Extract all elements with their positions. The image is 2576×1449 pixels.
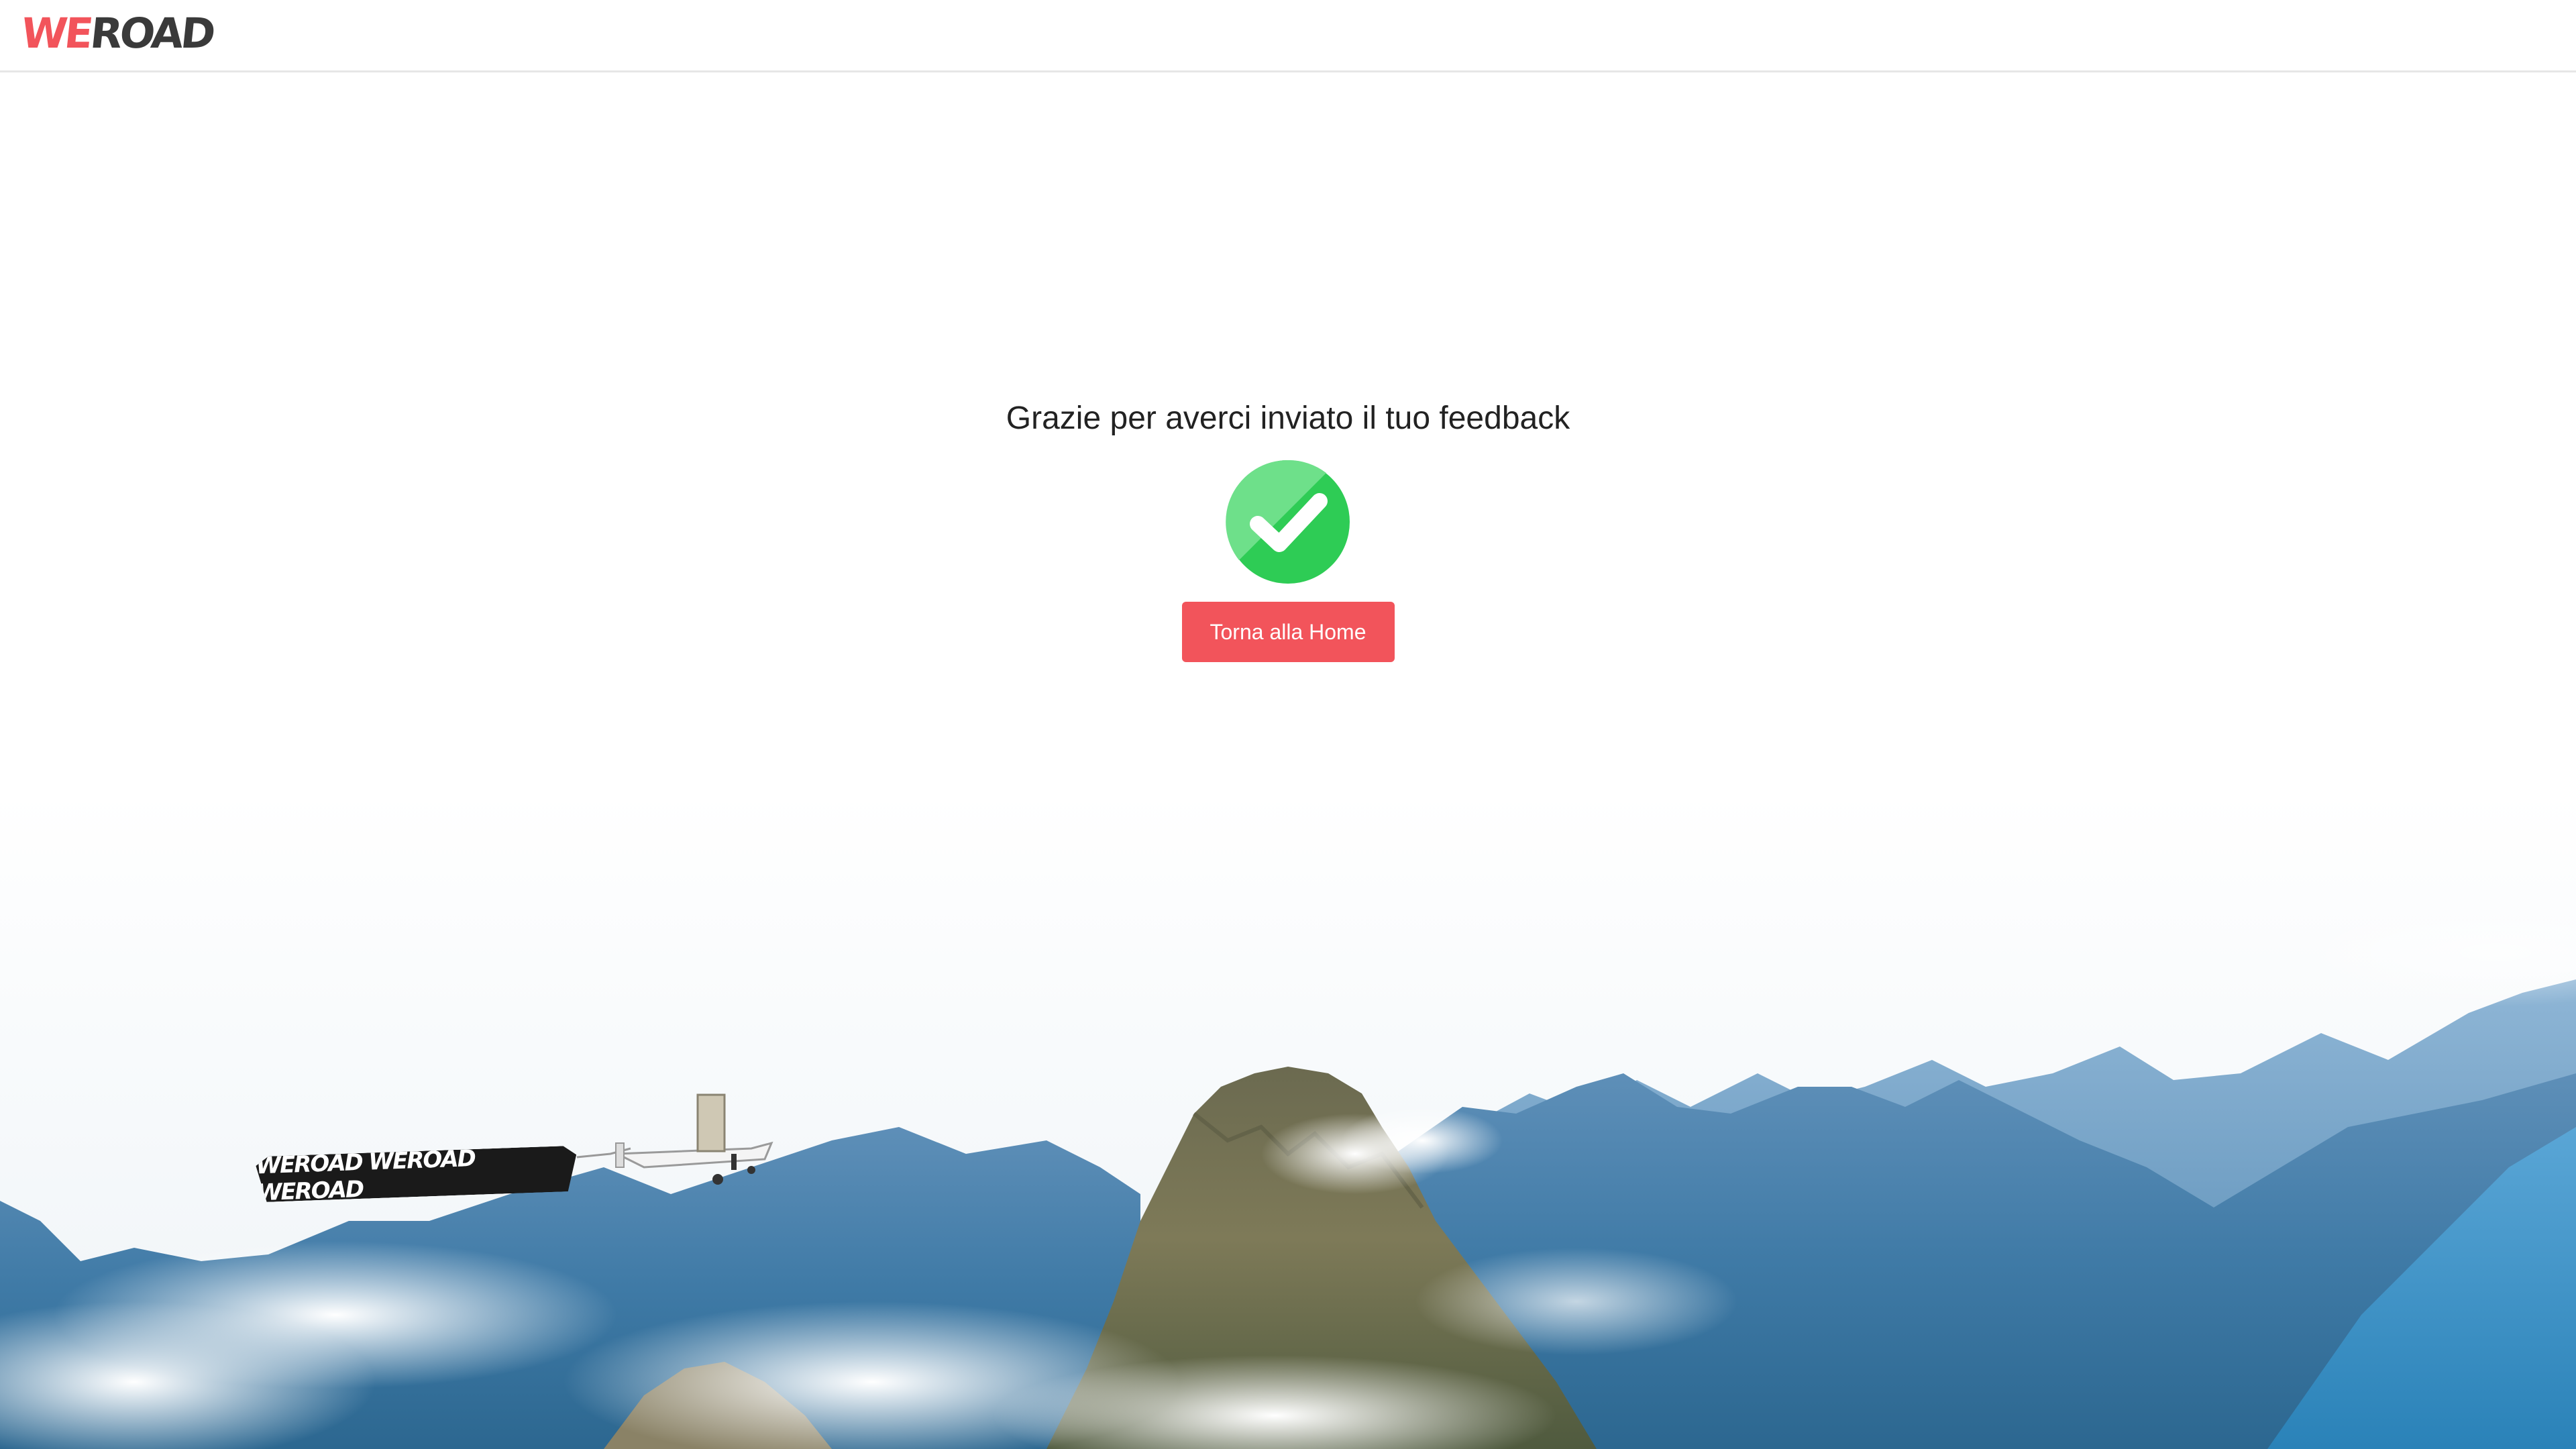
feedback-confirmation-page: WE ROAD Grazie per averci inviato il tuo… [0, 0, 2576, 1449]
top-header: WE ROAD [0, 0, 2576, 72]
mountain-scenery [0, 792, 2576, 1449]
back-to-home-button[interactable]: Torna alla Home [1181, 602, 1395, 663]
confirmation-content: Grazie per averci inviato il tuo feedbac… [0, 396, 2576, 663]
checkmark-circle-icon [1226, 460, 1350, 584]
logo-road-text: ROAD [87, 8, 215, 58]
logo-we-text: WE [19, 8, 93, 58]
weroad-logo[interactable]: WE ROAD [19, 8, 215, 58]
page-title: Grazie per averci inviato il tuo feedbac… [1006, 400, 1570, 436]
